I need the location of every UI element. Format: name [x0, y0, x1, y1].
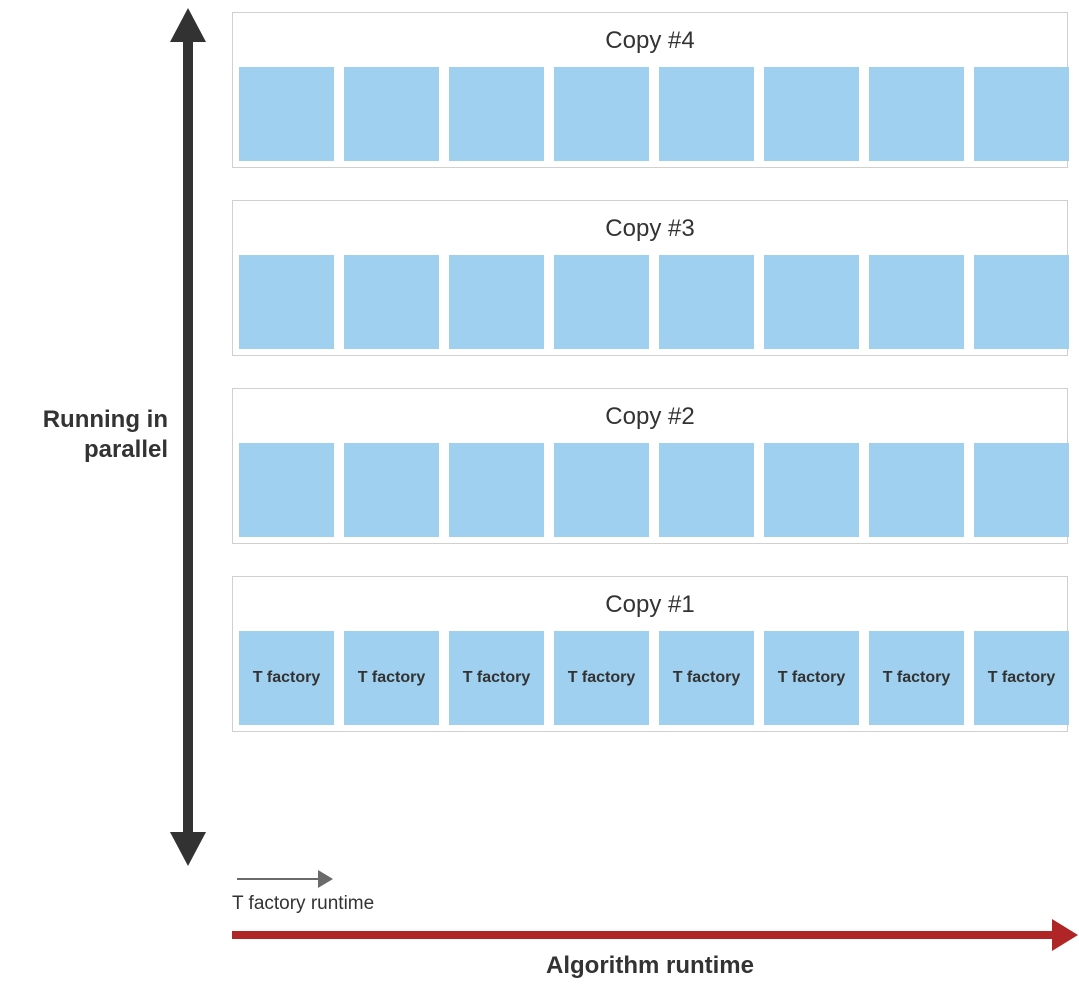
lane-copy-4: Copy #4: [232, 12, 1068, 168]
t-factory-tile: [449, 67, 544, 161]
t-factory-tile: [239, 67, 334, 161]
t-factory-tile: [974, 443, 1069, 537]
t-factory-tile: [659, 443, 754, 537]
diagram-canvas: Running in parallel Copy #4 Copy #3: [0, 0, 1079, 994]
x-axis-shaft: [232, 931, 1058, 939]
lane-title: Copy #3: [233, 201, 1067, 255]
lane-title: Copy #2: [233, 389, 1067, 443]
x-axis-label: Algorithm runtime: [232, 952, 1068, 980]
x-axis-arrow: [232, 925, 1072, 945]
tile-row: [233, 443, 1067, 537]
t-factory-tile: [239, 443, 334, 537]
t-factory-tile: [659, 67, 754, 161]
small-arrow-shaft: [237, 878, 319, 880]
t-factory-tile: [554, 443, 649, 537]
t-factory-tile: T factory: [449, 631, 544, 725]
tile-row: [233, 67, 1067, 161]
arrow-right-icon: [318, 870, 333, 888]
t-factory-tile: [869, 255, 964, 349]
t-factory-tile: [659, 255, 754, 349]
t-factory-tile: T factory: [764, 631, 859, 725]
lane-title: Copy #1: [233, 577, 1067, 631]
t-factory-tile: [344, 443, 439, 537]
t-factory-tile: T factory: [974, 631, 1069, 725]
t-factory-tile: T factory: [239, 631, 334, 725]
t-factory-tile: [764, 255, 859, 349]
lanes-container: Copy #4 Copy #3: [232, 12, 1068, 732]
t-factory-tile: [764, 443, 859, 537]
t-factory-tile: [239, 255, 334, 349]
t-factory-tile: [869, 443, 964, 537]
tile-row: T factory T factory T factory T factory …: [233, 631, 1067, 725]
t-factory-tile: [554, 67, 649, 161]
t-factory-runtime-label: T factory runtime: [232, 893, 374, 915]
lane-copy-2: Copy #2: [232, 388, 1068, 544]
t-factory-tile: T factory: [869, 631, 964, 725]
t-factory-tile: [974, 255, 1069, 349]
y-axis-label: Running in parallel: [0, 405, 168, 465]
t-factory-tile: [449, 443, 544, 537]
t-factory-tile: T factory: [554, 631, 649, 725]
t-factory-tile: [449, 255, 544, 349]
t-factory-tile: T factory: [659, 631, 754, 725]
t-factory-tile: [869, 67, 964, 161]
arrow-down-icon: [170, 832, 206, 866]
lane-copy-1: Copy #1 T factory T factory T factory T …: [232, 576, 1068, 732]
t-factory-runtime-arrow: [237, 872, 331, 888]
lane-copy-3: Copy #3: [232, 200, 1068, 356]
t-factory-tile: T factory: [344, 631, 439, 725]
t-factory-tile: [974, 67, 1069, 161]
tile-row: [233, 255, 1067, 349]
t-factory-tile: [554, 255, 649, 349]
lane-title: Copy #4: [233, 13, 1067, 67]
t-factory-tile: [344, 67, 439, 161]
t-factory-tile: [344, 255, 439, 349]
y-axis-arrow: [181, 12, 195, 862]
arrow-right-icon: [1052, 919, 1078, 951]
t-factory-tile: [764, 67, 859, 161]
y-axis-shaft: [183, 36, 193, 838]
